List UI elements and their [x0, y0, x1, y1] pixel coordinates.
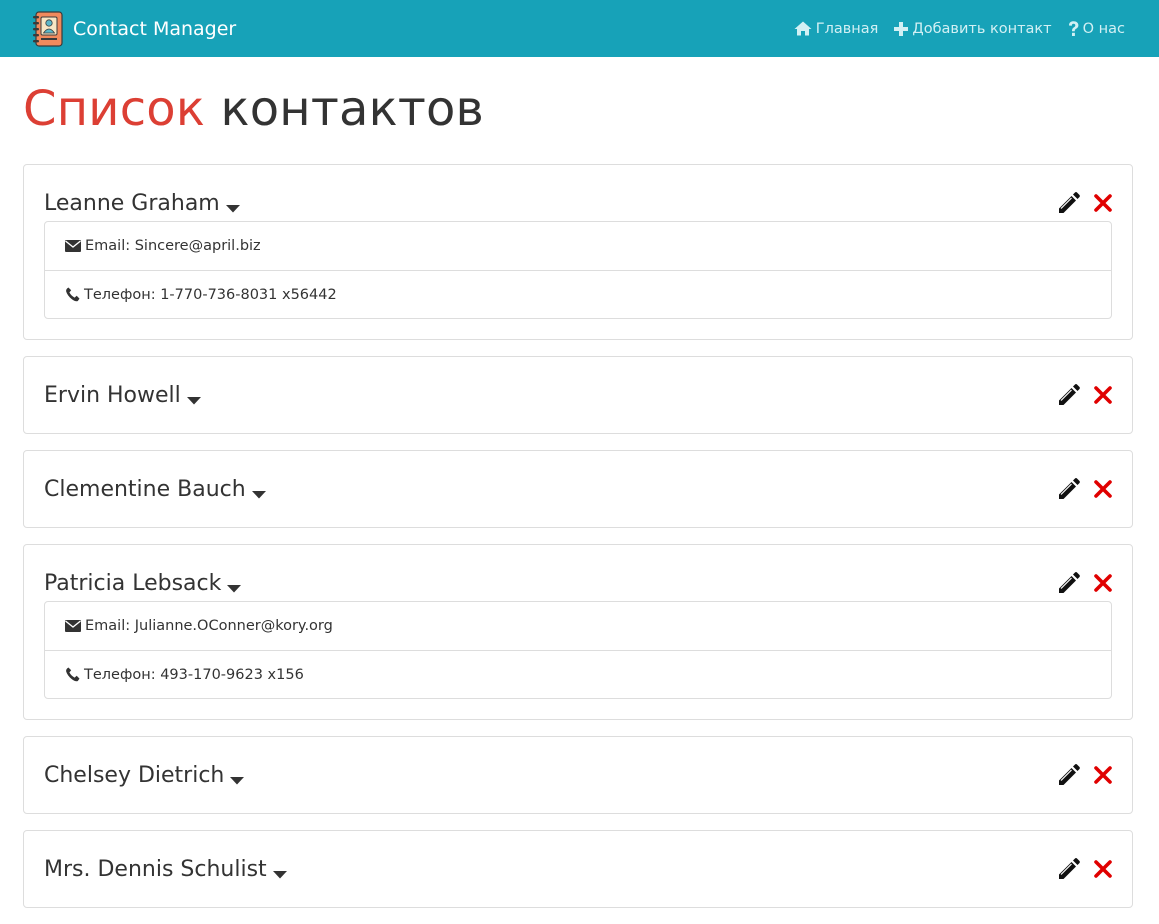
close-icon[interactable] — [1094, 574, 1112, 592]
contact-phone-text: Телефон: 493-170-9623 x156 — [84, 666, 304, 683]
contact-card: Clementine Bauch — [23, 450, 1133, 528]
contact-phone: Телефон: 1-770-736-8031 x56442 — [45, 270, 1111, 318]
pencil-icon[interactable] — [1057, 763, 1081, 787]
nav-link-label: Добавить контакт — [912, 20, 1052, 37]
brand-title: Contact Manager — [73, 17, 237, 40]
contact-card-header: Clementine Bauch — [44, 471, 1112, 507]
contact-actions — [1057, 763, 1112, 787]
contact-name-text: Mrs. Dennis Schulist — [44, 856, 267, 882]
envelope-icon — [65, 240, 81, 252]
contact-email: Email: Sincere@april.biz — [45, 222, 1111, 270]
contact-card: Mrs. Dennis Schulist — [23, 830, 1133, 908]
contact-name: Chelsey Dietrich — [44, 760, 245, 791]
close-icon[interactable] — [1094, 860, 1112, 878]
contact-actions — [1057, 571, 1112, 595]
caret-down-icon[interactable] — [272, 860, 287, 885]
contact-card-header: Leanne Graham — [44, 185, 1112, 221]
contact-name: Leanne Graham — [44, 188, 240, 219]
caret-down-icon[interactable] — [227, 574, 242, 599]
close-icon[interactable] — [1094, 386, 1112, 404]
contact-card: Patricia Lebsack Email: Julianne.OConner… — [23, 544, 1133, 720]
contact-actions — [1057, 191, 1112, 215]
navbar: Contact Manager Главная Добавить контакт… — [0, 0, 1159, 57]
contact-name: Clementine Bauch — [44, 474, 266, 505]
pencil-icon[interactable] — [1057, 571, 1081, 595]
contact-card: Leanne Graham Email: Sincere@april.biz Т… — [23, 164, 1133, 340]
pencil-icon[interactable] — [1057, 477, 1081, 501]
phone-icon — [66, 287, 80, 302]
page-title-accent: Список — [23, 81, 206, 137]
caret-down-icon[interactable] — [251, 480, 266, 505]
contact-name: Ervin Howell — [44, 380, 201, 411]
nav-link-about[interactable]: О нас — [1068, 21, 1125, 37]
contact-name-text: Chelsey Dietrich — [44, 762, 225, 788]
contact-email: Email: Julianne.OConner@kory.org — [45, 602, 1111, 650]
brand-link[interactable]: Contact Manager — [32, 10, 237, 47]
pencil-icon[interactable] — [1057, 191, 1081, 215]
home-icon — [794, 21, 812, 36]
address-book-logo-icon — [33, 10, 63, 47]
plus-icon — [894, 21, 909, 36]
contact-actions — [1057, 857, 1112, 881]
nav-links: Главная Добавить контакт О нас — [778, 21, 1125, 37]
contact-name-text: Leanne Graham — [44, 190, 220, 216]
nav-link-label: О нас — [1082, 20, 1125, 37]
caret-down-icon[interactable] — [225, 194, 240, 219]
pencil-icon[interactable] — [1057, 383, 1081, 407]
contact-phone: Телефон: 493-170-9623 x156 — [45, 650, 1111, 698]
close-icon[interactable] — [1094, 480, 1112, 498]
nav-link-label: Главная — [815, 20, 879, 37]
contact-details: Email: Julianne.OConner@kory.org Телефон… — [44, 601, 1112, 699]
caret-down-icon[interactable] — [186, 386, 201, 411]
question-icon — [1068, 20, 1079, 36]
close-icon[interactable] — [1094, 766, 1112, 784]
page-title-rest: контактов — [220, 81, 485, 137]
caret-down-icon[interactable] — [230, 766, 245, 791]
contact-email-text: Email: Sincere@april.biz — [85, 238, 261, 254]
nav-link-add-contact[interactable]: Добавить контакт — [894, 20, 1052, 37]
contact-email-text: Email: Julianne.OConner@kory.org — [85, 618, 333, 634]
contact-card-header: Chelsey Dietrich — [44, 757, 1112, 793]
contact-actions — [1057, 383, 1112, 407]
contact-name-text: Patricia Lebsack — [44, 570, 222, 596]
contact-name: Mrs. Dennis Schulist — [44, 854, 287, 885]
phone-icon — [66, 667, 80, 682]
contact-phone-text: Телефон: 1-770-736-8031 x56442 — [84, 286, 337, 303]
contact-card-header: Ervin Howell — [44, 377, 1112, 413]
contact-name: Patricia Lebsack — [44, 568, 242, 599]
contact-details: Email: Sincere@april.biz Телефон: 1-770-… — [44, 221, 1112, 319]
contact-list: Leanne Graham Email: Sincere@april.biz Т… — [23, 164, 1133, 924]
contact-name-text: Ervin Howell — [44, 382, 181, 408]
nav-link-home[interactable]: Главная — [794, 20, 879, 37]
contact-card: Chelsey Dietrich — [23, 736, 1133, 814]
contact-actions — [1057, 477, 1112, 501]
contact-card-header: Patricia Lebsack — [44, 565, 1112, 601]
page-title: Список контактов — [23, 76, 484, 142]
close-icon[interactable] — [1094, 194, 1112, 212]
pencil-icon[interactable] — [1057, 857, 1081, 881]
envelope-icon — [65, 620, 81, 632]
contact-name-text: Clementine Bauch — [44, 476, 246, 502]
contact-card: Ervin Howell — [23, 356, 1133, 434]
contact-card-header: Mrs. Dennis Schulist — [44, 851, 1112, 887]
